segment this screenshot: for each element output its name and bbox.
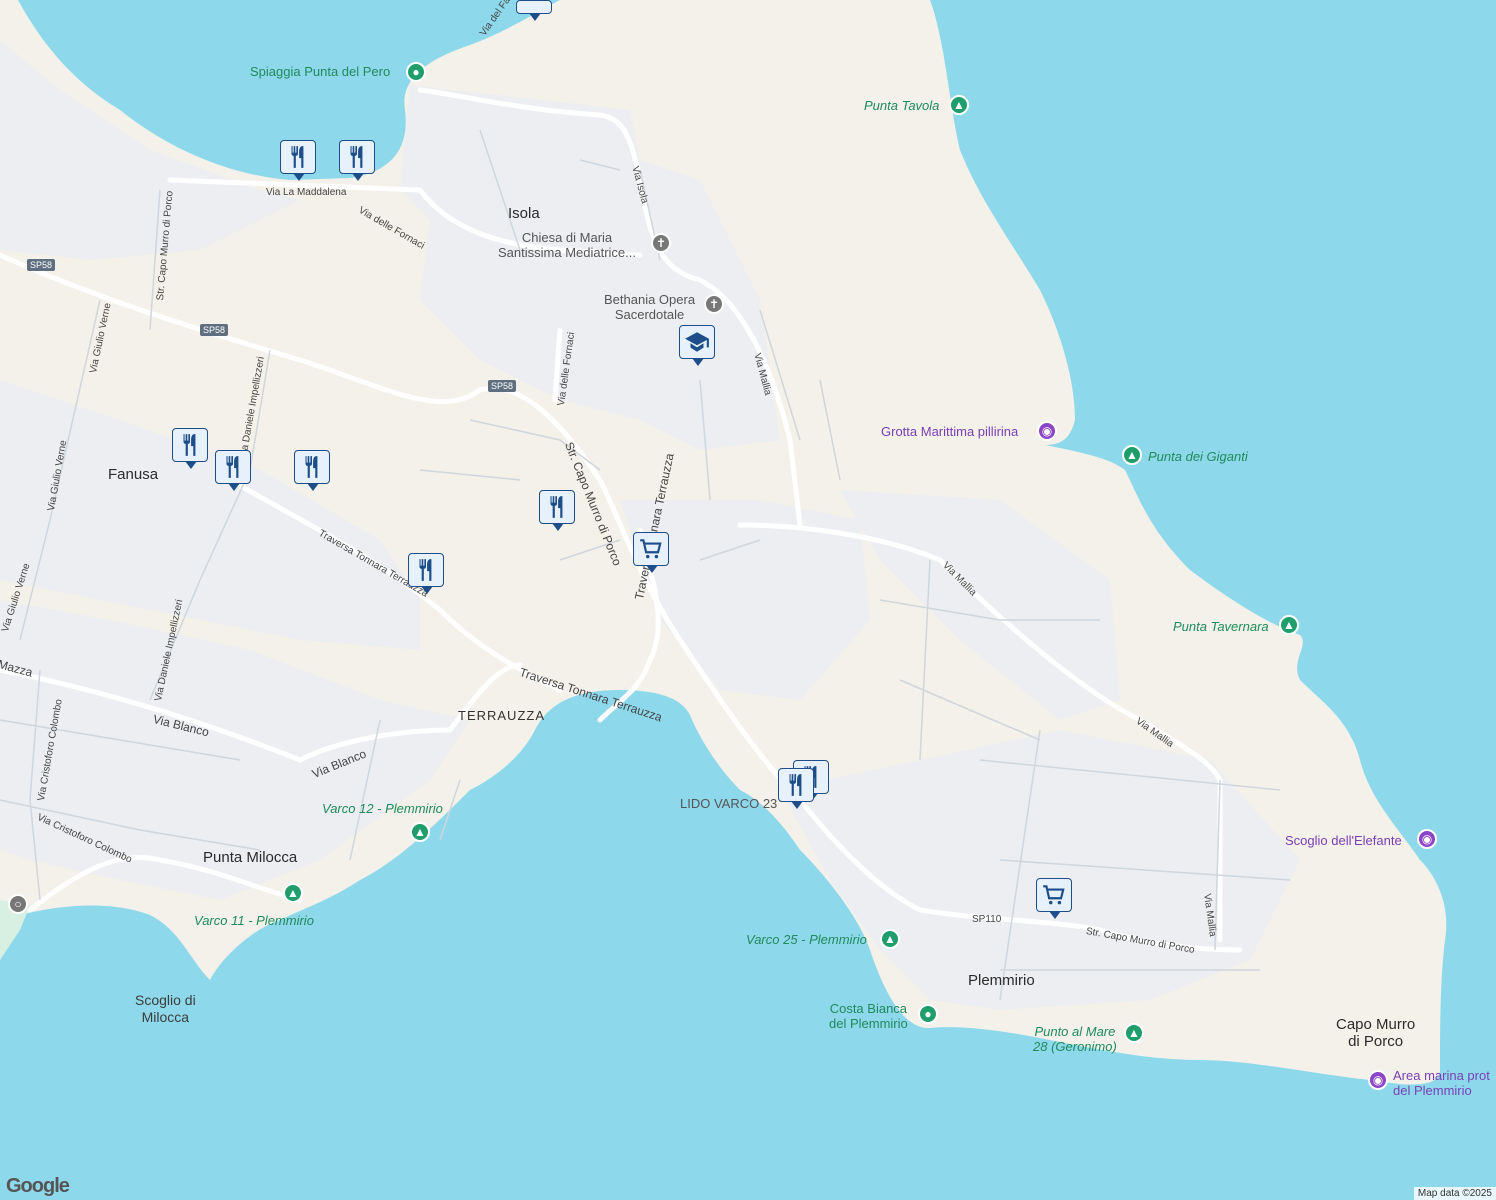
- poi-label-varco12[interactable]: Varco 12 - Plemmirio: [322, 801, 443, 816]
- poi-label-varco11[interactable]: Varco 11 - Plemmirio: [194, 913, 314, 928]
- cart-icon: [1043, 885, 1065, 905]
- map-base-layer: [0, 0, 1447, 1085]
- beach-icon[interactable]: ●: [406, 62, 426, 82]
- graduation-cap-icon: [685, 332, 709, 352]
- restaurant-pin[interactable]: [408, 553, 444, 594]
- restaurant-pin[interactable]: [778, 768, 814, 809]
- camera-icon[interactable]: ◉: [1037, 421, 1057, 441]
- restaurant-pin[interactable]: [215, 450, 251, 491]
- tree-icon[interactable]: ▲: [1124, 1023, 1144, 1043]
- beach-icon[interactable]: ●: [918, 1004, 938, 1024]
- poi-label-punta-giganti[interactable]: Punta dei Giganti: [1148, 449, 1248, 464]
- shop-pin[interactable]: [633, 532, 669, 573]
- poi-label-chiesa[interactable]: Chiesa di Maria Santissima Mediatrice...: [498, 230, 636, 260]
- fork-knife-icon: [789, 774, 802, 796]
- place-label-fanusa: Fanusa: [108, 466, 159, 483]
- church-icon[interactable]: ✝: [651, 233, 671, 253]
- fork-knife-icon: [183, 434, 196, 456]
- restaurant-pin[interactable]: [172, 428, 208, 469]
- poi-label-punta-tavernara[interactable]: Punta Tavernara: [1173, 619, 1269, 634]
- route-shield-sp58: SP58: [488, 380, 517, 392]
- fork-knife-icon: [305, 456, 318, 478]
- shop-pin[interactable]: [1036, 878, 1072, 919]
- poi-label-punta-tavola[interactable]: Punta Tavola: [864, 98, 939, 113]
- poi-label-lido[interactable]: LIDO VARCO 23: [680, 796, 777, 811]
- fork-knife-icon: [350, 146, 363, 168]
- tree-icon[interactable]: ▲: [1279, 615, 1299, 635]
- map-marker-icon[interactable]: ○: [8, 894, 28, 914]
- restaurant-pin[interactable]: [339, 140, 375, 181]
- poi-label-scoglio-elefante[interactable]: Scoglio dell'Elefante: [1285, 833, 1402, 848]
- poi-label-grotta[interactable]: Grotta Marittima pillirina: [881, 424, 1018, 439]
- road-label: Via La Maddalena: [266, 187, 347, 198]
- google-logo[interactable]: Google: [6, 1175, 70, 1198]
- poi-label-punto-mare[interactable]: Punto al Mare 28 (Geronimo): [1033, 1024, 1117, 1054]
- restaurant-pin[interactable]: [516, 0, 552, 21]
- fork-knife-icon: [550, 496, 563, 518]
- fork-knife-icon: [291, 146, 304, 168]
- school-pin[interactable]: [679, 325, 715, 366]
- tree-icon[interactable]: ▲: [880, 929, 900, 949]
- place-label-scoglio-milocca: Scoglio di Milocca: [135, 992, 196, 1025]
- tree-icon[interactable]: ▲: [949, 95, 969, 115]
- place-label-punta-milocca: Punta Milocca: [203, 849, 298, 866]
- poi-label-area-marina[interactable]: Area marina prot del Plemmirio: [1393, 1068, 1490, 1098]
- route-shield-sp58: SP58: [200, 324, 229, 336]
- road-label: SP110: [972, 914, 1002, 925]
- fork-knife-icon: [419, 559, 432, 581]
- camera-icon[interactable]: ◉: [1417, 829, 1437, 849]
- place-label-terrauzza: TERRAUZZA: [458, 708, 545, 723]
- poi-label-varco25[interactable]: Varco 25 - Plemmirio: [746, 932, 867, 947]
- map-canvas[interactable]: Isola Fanusa TERRAUZZA Punta Milocca Ple…: [0, 0, 1496, 1200]
- cart-icon: [640, 539, 662, 559]
- place-label-plemmirio: Plemmirio: [968, 972, 1035, 989]
- restaurant-pin[interactable]: [539, 490, 575, 531]
- route-shield-sp58: SP58: [27, 259, 56, 271]
- poi-label-costa-bianca[interactable]: Costa Bianca del Plemmirio: [829, 1001, 908, 1031]
- fork-knife-icon: [226, 456, 239, 478]
- tree-icon[interactable]: ▲: [1122, 445, 1142, 465]
- place-label-capo-murro: Capo Murro di Porco: [1336, 1016, 1416, 1050]
- restaurant-pin[interactable]: [280, 140, 316, 181]
- poi-label-spiaggia[interactable]: Spiaggia Punta del Pero: [250, 64, 390, 79]
- tree-icon[interactable]: ▲: [283, 883, 303, 903]
- church-icon[interactable]: ✝: [704, 294, 724, 314]
- camera-icon[interactable]: ◉: [1368, 1070, 1388, 1090]
- poi-label-bethania[interactable]: Bethania Opera Sacerdotale: [604, 292, 695, 322]
- place-label-isola: Isola: [508, 205, 540, 222]
- map-attribution[interactable]: Map data ©2025: [1413, 1187, 1496, 1200]
- tree-icon[interactable]: ▲: [410, 822, 430, 842]
- restaurant-pin[interactable]: [294, 450, 330, 491]
